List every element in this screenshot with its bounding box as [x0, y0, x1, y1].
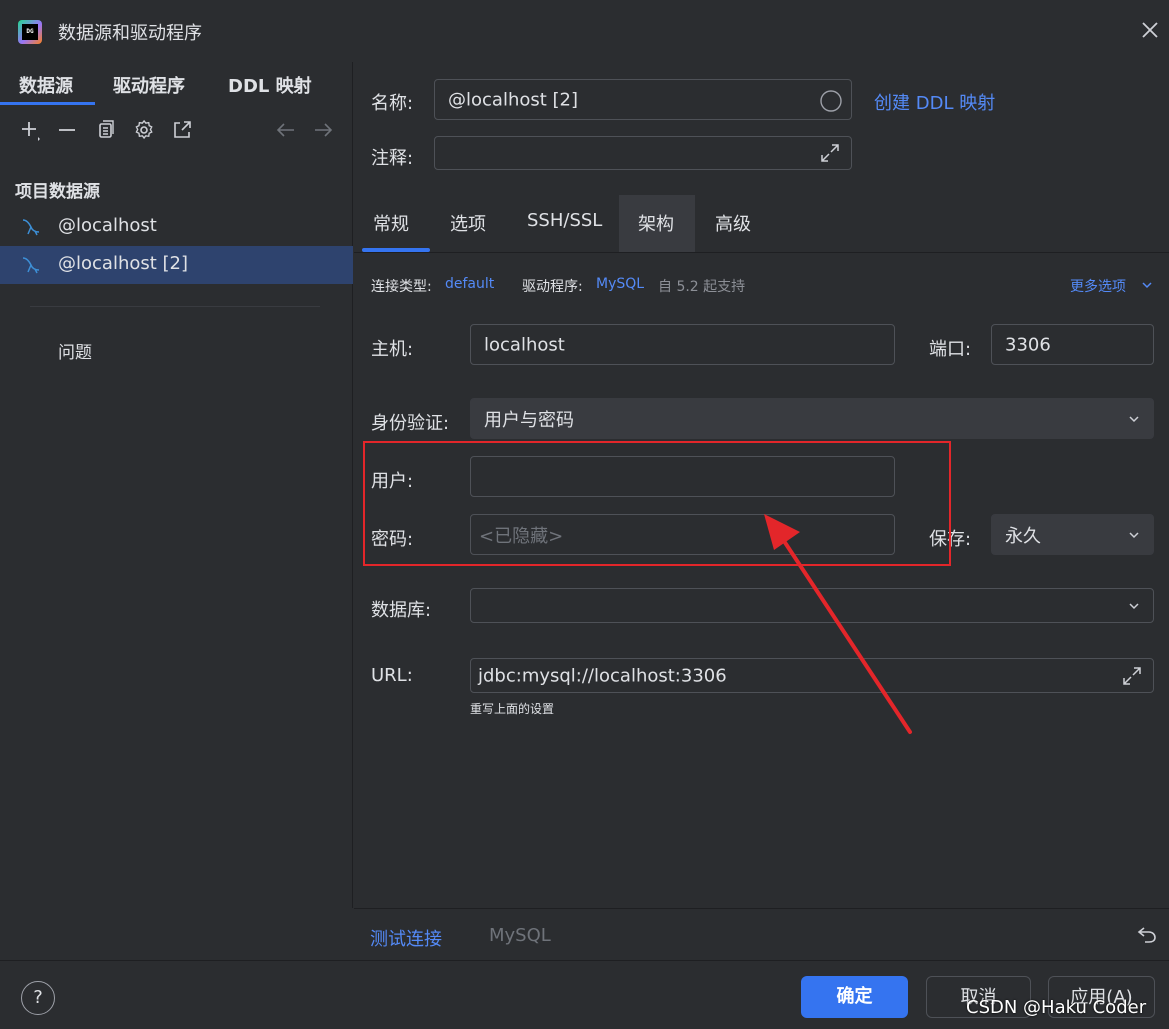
add-icon[interactable]: [18, 118, 42, 142]
chevron-down-icon[interactable]: [1140, 278, 1154, 292]
tab-ssh-ssl[interactable]: SSH/SSL: [527, 210, 602, 231]
name-input[interactable]: @localhost [2]: [434, 79, 852, 120]
back-arrow-icon[interactable]: [274, 118, 298, 142]
project-data-sources-heading: 项目数据源: [15, 182, 100, 202]
authentication-label: 身份验证:: [371, 413, 450, 434]
tabs-divider: [354, 252, 1169, 253]
help-button[interactable]: ?: [21, 981, 55, 1015]
port-label: 端口:: [929, 339, 972, 360]
host-input[interactable]: localhost: [470, 324, 895, 365]
url-input-value: jdbc:mysql://localhost:3306: [478, 665, 727, 686]
tab-options[interactable]: 选项: [450, 210, 486, 236]
more-options-link[interactable]: 更多选项: [1070, 276, 1126, 296]
driver-version-note: 自 5.2 起支持: [658, 279, 746, 295]
host-label: 主机:: [371, 339, 414, 360]
name-input-value: @localhost [2]: [448, 89, 579, 110]
chevron-down-icon: [1129, 602, 1139, 609]
app-icon-text: DG: [22, 24, 38, 40]
driver-value[interactable]: MySQL: [596, 276, 644, 292]
port-input-value: 3306: [1005, 334, 1051, 355]
url-override-hint: 重写上面的设置: [470, 702, 555, 716]
active-tab-indicator: [0, 102, 95, 105]
bottom-bar: [354, 908, 1169, 960]
close-icon[interactable]: [1138, 18, 1162, 42]
chevron-down-icon: [1129, 531, 1139, 538]
expand-icon[interactable]: [819, 142, 841, 164]
tree-item-label: @localhost: [58, 215, 157, 236]
problems-item[interactable]: 问题: [58, 338, 92, 363]
tree-item-localhost-2[interactable]: @localhost [2]: [0, 246, 353, 284]
driver-name-label: MySQL: [489, 925, 551, 946]
save-select[interactable]: 永久: [991, 514, 1154, 555]
mysql-dolphin-icon: [22, 257, 40, 274]
datagrip-app-icon: DG: [18, 20, 42, 44]
color-circle-icon[interactable]: [819, 89, 843, 113]
duplicate-icon[interactable]: [94, 118, 118, 142]
comment-input[interactable]: [434, 136, 852, 170]
url-label: URL:: [371, 665, 413, 686]
host-input-value: localhost: [484, 334, 565, 355]
comment-label: 注释:: [371, 148, 414, 169]
tab-advanced[interactable]: 高级: [715, 210, 751, 236]
mysql-dolphin-icon: [22, 219, 40, 236]
test-connection-link[interactable]: 测试连接: [370, 925, 442, 951]
tab-ddl-mappings[interactable]: DDL 映射: [228, 72, 312, 98]
remove-icon[interactable]: [55, 118, 79, 142]
watermark: CSDN @Haku Coder: [966, 997, 1147, 1018]
forward-arrow-icon[interactable]: [311, 118, 335, 142]
save-select-value: 永久: [1005, 525, 1041, 547]
tree-separator: [30, 306, 320, 307]
window-title: 数据源和驱动程序: [58, 23, 202, 44]
tab-data-sources[interactable]: 数据源: [19, 72, 73, 98]
tab-drivers[interactable]: 驱动程序: [113, 72, 185, 98]
chevron-down-icon: [1129, 415, 1139, 422]
tree-item-localhost[interactable]: @localhost: [0, 208, 353, 246]
revert-icon[interactable]: [1136, 923, 1158, 945]
create-ddl-mapping-link[interactable]: 创建 DDL 映射: [874, 89, 995, 115]
annotation-arrow: [764, 514, 912, 734]
name-label: 名称:: [371, 93, 414, 114]
authentication-select-value: 用户与密码: [484, 409, 574, 431]
connection-type-value[interactable]: default: [445, 276, 494, 292]
ok-button[interactable]: 确定: [801, 976, 908, 1018]
database-label: 数据库:: [371, 600, 432, 621]
open-external-icon[interactable]: [170, 118, 194, 142]
connection-type-label: 连接类型:: [371, 279, 432, 295]
settings-icon[interactable]: [132, 118, 156, 142]
driver-label: 驱动程序:: [522, 279, 583, 295]
authentication-select[interactable]: 用户与密码: [470, 398, 1154, 439]
tab-general[interactable]: 常规: [373, 210, 409, 236]
tab-schemas[interactable]: 架构: [638, 210, 674, 236]
tree-item-label: @localhost [2]: [58, 253, 189, 274]
port-input[interactable]: 3306: [991, 324, 1154, 365]
expand-icon[interactable]: [1121, 665, 1143, 687]
